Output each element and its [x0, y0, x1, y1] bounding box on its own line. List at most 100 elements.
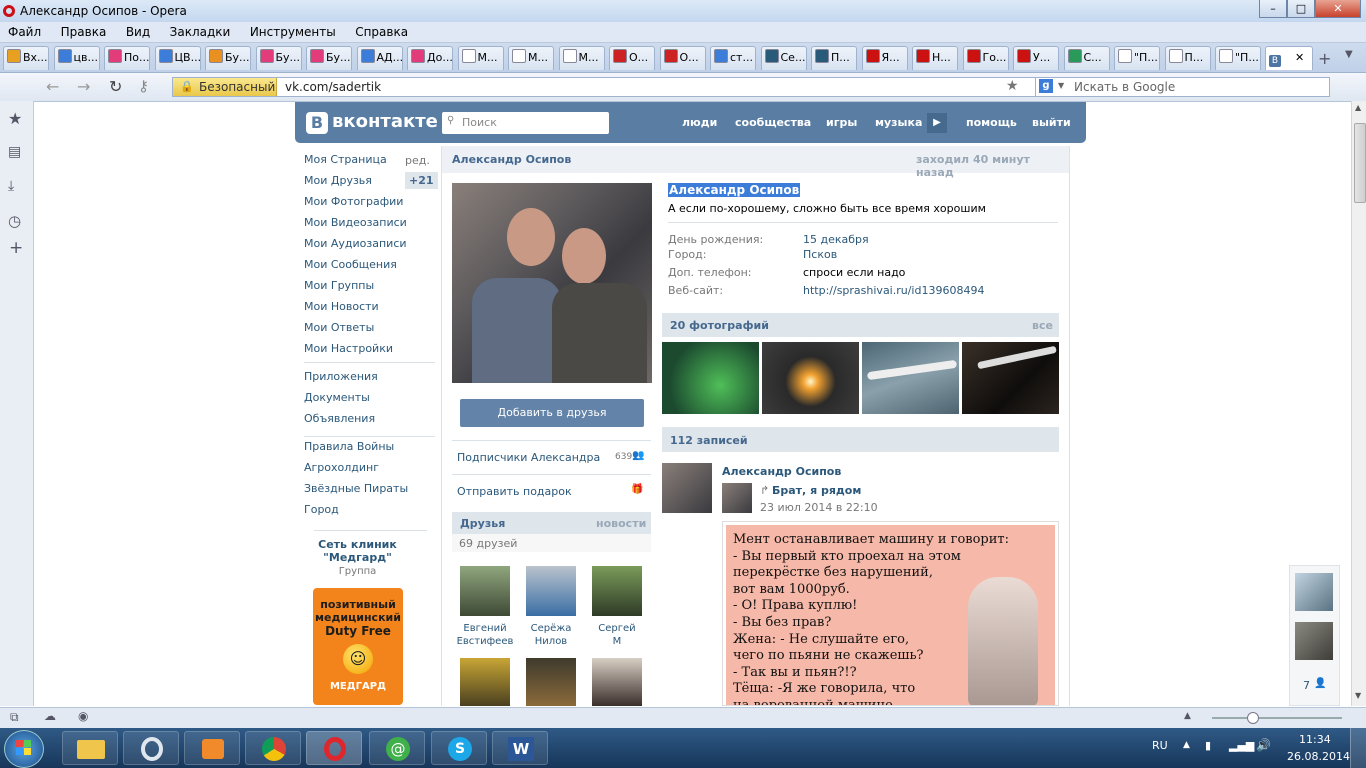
menu-help[interactable]: Справка [347, 22, 416, 39]
post-date[interactable]: 23 июл 2014 в 22:10 [760, 501, 878, 514]
browser-tab[interactable]: Го... [962, 46, 1009, 70]
zoom-slider-thumb[interactable] [1247, 712, 1259, 724]
taskbar-chrome[interactable] [245, 731, 301, 765]
browser-tab[interactable]: Вх... [3, 46, 49, 70]
browser-tab[interactable]: АД... [356, 46, 403, 70]
photo-thumb-4[interactable] [962, 342, 1059, 414]
browser-tab[interactable]: ЦВ... [154, 46, 201, 70]
maximize-button[interactable]: □ [1287, 0, 1315, 18]
repost-avatar[interactable] [722, 483, 752, 513]
friend-photo-1[interactable] [460, 566, 510, 616]
nav-music[interactable]: музыка [875, 116, 922, 129]
network-icon[interactable]: ▂▄▆ [1229, 739, 1254, 752]
info-birthday-value[interactable]: 15 декабря [803, 233, 869, 246]
nav-people[interactable]: люди [682, 116, 717, 129]
browser-tab[interactable]: М... [508, 46, 554, 70]
downloads-panel-icon[interactable]: ⤓ [8, 178, 14, 194]
browser-tab[interactable]: "П... [1215, 46, 1261, 70]
panel-toggle-icon[interactable]: ⧉ [10, 710, 19, 725]
zoom-slider[interactable] [1212, 717, 1342, 719]
left-menu-item[interactable]: Мои Новости [304, 299, 436, 320]
photo-thumb-2[interactable] [762, 342, 859, 414]
post-image[interactable]: Мент останавливает машину и говорит: - Вы… [722, 521, 1059, 706]
browser-tab[interactable]: Бу... [205, 46, 251, 70]
browser-tab[interactable]: Бу... [255, 46, 302, 70]
left-menu-apps-item[interactable]: Документы [304, 390, 378, 411]
left-menu-groups-item[interactable]: Правила Войны [304, 439, 408, 460]
browser-tab[interactable]: У... [1013, 46, 1059, 70]
ad-image[interactable]: позитивный медицинский Duty Free ☺ МЕДГА… [313, 588, 403, 705]
new-tab-icon[interactable]: + [1318, 49, 1331, 68]
vk-logo-text[interactable]: вконтакте [332, 111, 438, 132]
profile-avatar[interactable] [452, 183, 652, 383]
left-menu-apps-item[interactable]: Объявления [304, 411, 378, 432]
history-panel-icon[interactable]: ◷ [8, 212, 21, 230]
send-gift-link[interactable]: Отправить подарок [457, 485, 572, 498]
turbo-icon[interactable]: ☁ [44, 709, 56, 723]
url-field[interactable]: 🔒 Безопасный vk.com/sadertik ★ g ▼ Искат… [172, 77, 1330, 97]
friend-photo-6[interactable] [592, 658, 642, 706]
browser-tab[interactable]: М... [558, 46, 605, 70]
add-panel-icon[interactable]: + [9, 238, 23, 258]
tray-expand-icon[interactable]: ▲ [1183, 740, 1190, 750]
browser-tab[interactable]: До... [407, 46, 453, 70]
left-menu-groups-item[interactable]: Звёздные Пираты [304, 481, 408, 502]
vk-search-input[interactable]: ⚲ Поиск [442, 112, 609, 134]
left-menu-item[interactable]: Мои Аудиозаписи [304, 236, 436, 257]
menu-bookmarks[interactable]: Закладки [162, 22, 239, 39]
browser-tab[interactable]: П... [811, 46, 857, 70]
friends-block-header[interactable]: Друзья новости [452, 512, 651, 534]
browser-tab[interactable]: Н... [912, 46, 958, 70]
taskbar-opera-2[interactable] [306, 731, 362, 765]
left-menu-item[interactable]: Мои Настройки [304, 341, 436, 362]
friend-photo-5[interactable] [526, 658, 576, 706]
clock-time[interactable]: 11:34 [1299, 733, 1331, 746]
friend-photo-4[interactable] [460, 658, 510, 706]
friend-name-2[interactable]: Серёжа Нилов [518, 622, 584, 648]
menu-tools[interactable]: Инструменты [242, 22, 344, 39]
photos-block-header[interactable]: 20 фотографий все [662, 313, 1059, 337]
key-icon[interactable]: ⚷ [138, 77, 149, 95]
taskbar-explorer[interactable] [62, 731, 118, 765]
scroll-thumb[interactable] [1354, 123, 1366, 203]
ad-block[interactable]: Сеть клиник "Медгард" Группа [305, 538, 410, 577]
taskbar-opera-1[interactable] [123, 731, 179, 765]
left-menu-item[interactable]: Мои Ответы [304, 320, 436, 341]
vk-logo-icon[interactable]: B [306, 112, 328, 134]
online-count[interactable]: 7 [1303, 679, 1310, 692]
browser-tab[interactable]: "П... [1114, 46, 1160, 70]
left-menu-item[interactable]: Мои Видеозаписи [304, 215, 436, 236]
nav-logout[interactable]: выйти [1032, 116, 1071, 129]
taskbar-word[interactable]: W [492, 731, 548, 765]
zoom-up-icon[interactable]: ▲ [1184, 711, 1191, 721]
browser-tab[interactable]: Я... [861, 46, 908, 70]
info-city-value[interactable]: Псков [803, 248, 837, 261]
search-field[interactable]: Искать в Google [1074, 80, 1175, 94]
online-friend-avatar-2[interactable] [1295, 622, 1333, 660]
add-friend-button[interactable]: Добавить в друзья [460, 399, 644, 427]
info-website-value[interactable]: http://sprashivai.ru/id139608494 [803, 284, 984, 297]
left-menu-groups-item[interactable]: Город [304, 502, 408, 523]
browser-tab[interactable]: С... [1063, 46, 1110, 70]
post-author-avatar[interactable] [662, 463, 712, 513]
subscribers-link[interactable]: Подписчики Александра [457, 451, 600, 464]
browser-tab[interactable]: М... [457, 46, 504, 70]
friend-photo-3[interactable] [592, 566, 642, 616]
friend-name-1[interactable]: Евгений Евстифеев [452, 622, 518, 648]
notes-panel-icon[interactable]: ▤ [8, 144, 21, 160]
clock-date[interactable]: 26.08.2014 [1287, 750, 1350, 763]
browser-tab[interactable]: цв... [53, 46, 100, 70]
browser-tab[interactable]: О... [659, 46, 706, 70]
minimize-button[interactable]: – [1259, 0, 1287, 18]
friend-photo-2[interactable] [526, 566, 576, 616]
repost-source[interactable]: Брат, я рядом [772, 484, 861, 497]
taskbar-mail-agent[interactable]: @ [369, 731, 425, 765]
menu-edit[interactable]: Правка [53, 22, 115, 39]
online-friend-avatar-1[interactable] [1295, 573, 1333, 611]
browser-tab[interactable]: ст... [710, 46, 756, 70]
show-desktop-button[interactable] [1350, 728, 1366, 768]
nav-help[interactable]: помощь [966, 116, 1017, 129]
left-menu-item[interactable]: Мои Фотографии [304, 194, 436, 215]
bookmark-star-icon[interactable]: ★ [1006, 78, 1019, 94]
start-button[interactable] [4, 730, 44, 768]
